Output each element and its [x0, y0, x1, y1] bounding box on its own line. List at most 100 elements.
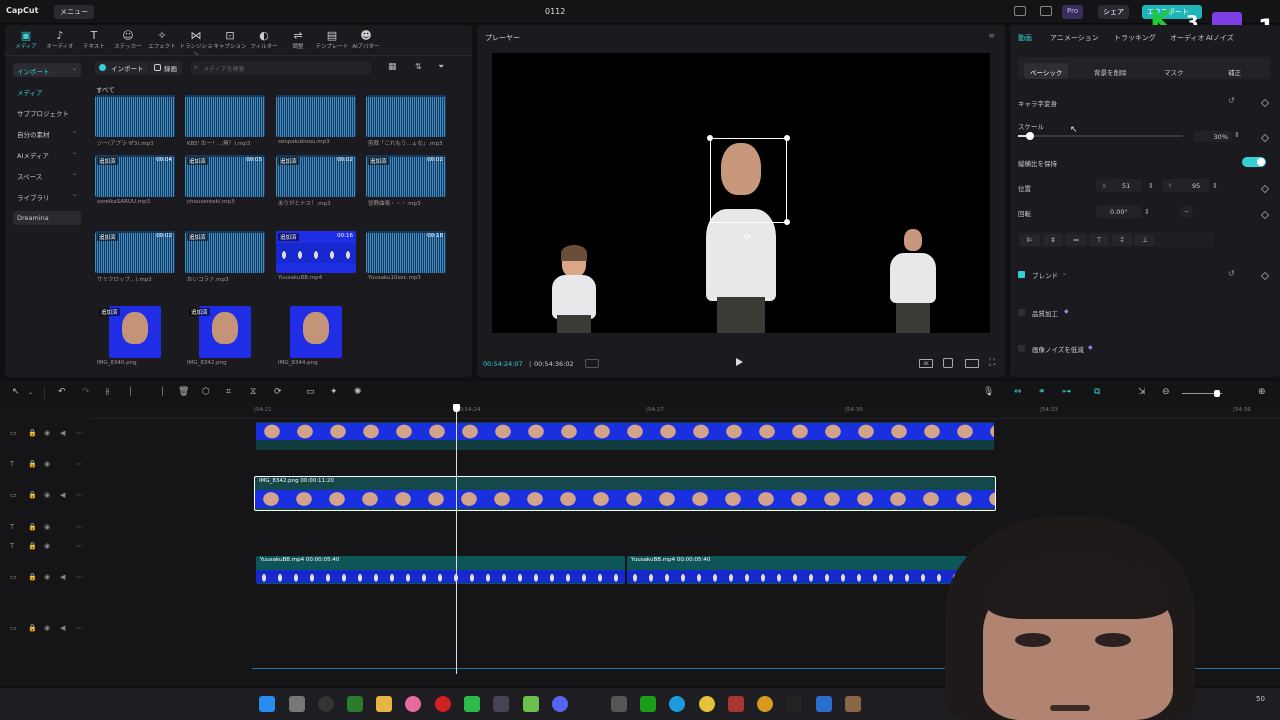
media-tile[interactable]: 剪裁「これもう…ょな」.mp3: [366, 95, 446, 159]
view-toggle-icon[interactable]: ▦: [388, 62, 397, 72]
sidebar-item[interactable]: インポート ⌄: [13, 63, 81, 77]
tool-audio[interactable]: ♪ オーディオ: [41, 29, 79, 50]
clip-video-1[interactable]: YuusakuBB.mp4 00:00:05:40: [256, 556, 625, 584]
selection-box[interactable]: [710, 138, 787, 223]
tool-adjust[interactable]: ⇌ 調整: [279, 29, 317, 50]
align-top-icon[interactable]: ⊤: [1089, 234, 1109, 246]
track-type-icon[interactable]: T: [10, 542, 14, 550]
media-tile[interactable]: 追加済 00:05 chousenteki.mp3: [185, 155, 265, 219]
media-tile[interactable]: 追加済 00:02 ありがとナス！.mp3: [276, 155, 356, 219]
more-icon[interactable]: ⋯: [76, 429, 83, 437]
props-subtab[interactable]: マスク: [1158, 63, 1190, 79]
photo-icon[interactable]: [845, 696, 861, 712]
link-icon[interactable]: ⇔: [1014, 387, 1022, 397]
playhead[interactable]: [456, 404, 457, 674]
clip-video-2[interactable]: YuusakuBB.mp4 00:00:05:40: [627, 556, 967, 584]
marker-icon[interactable]: ⬡: [202, 387, 210, 397]
sidebar-item[interactable]: AIメディア ⌄: [13, 147, 81, 161]
preview-canvas[interactable]: ⟳: [492, 53, 990, 333]
props-tab[interactable]: 動画: [1018, 33, 1032, 43]
rotation-stepper-icon[interactable]: ⇕: [1144, 208, 1150, 216]
rotation-field[interactable]: 0.00°: [1096, 205, 1142, 218]
speaker-icon[interactable]: ◀: [60, 491, 65, 499]
sidebar-item[interactable]: メディア: [13, 84, 81, 98]
magic-icon[interactable]: ✦: [330, 387, 338, 397]
media-tile[interactable]: 追加済 おいコラァ.mp3: [185, 231, 265, 295]
position-x-field[interactable]: X 51: [1096, 179, 1142, 192]
eye-icon[interactable]: ◉: [44, 523, 50, 531]
lock-icon[interactable]: 🔒: [28, 624, 37, 632]
freeze-icon[interactable]: ▭: [306, 387, 315, 397]
playhead-handle[interactable]: [453, 404, 460, 412]
lock-icon[interactable]: 🔒: [28, 573, 37, 581]
redo-icon[interactable]: ↷: [82, 387, 90, 397]
tool-effect[interactable]: ✧ エフェクト: [143, 29, 181, 50]
trim-right-icon[interactable]: ⎹: [154, 387, 163, 397]
sidebar-item[interactable]: 自分の素材 ⌄: [13, 126, 81, 140]
mirror-icon[interactable]: ⧖: [250, 387, 256, 397]
task-view-icon[interactable]: [289, 696, 305, 712]
focus-icon[interactable]: [943, 358, 953, 368]
more-icon[interactable]: ⋯: [76, 573, 83, 581]
capcut-icon[interactable]: [611, 696, 627, 712]
align-center-h-icon[interactable]: ‡: [1043, 234, 1063, 246]
shortcut-icon[interactable]: [1040, 6, 1052, 16]
keyframe-icon[interactable]: [1260, 133, 1270, 143]
reset-icon[interactable]: ↺: [1228, 269, 1235, 278]
keyframe-icon[interactable]: [1260, 98, 1270, 108]
scale-value-field[interactable]: 30%: [1194, 131, 1232, 142]
tool-text[interactable]: T テキスト: [75, 29, 113, 50]
zoom-in-icon[interactable]: ⊕: [1258, 387, 1266, 397]
props-tab[interactable]: アニメーション: [1050, 33, 1099, 43]
keyframe-icon[interactable]: [1260, 210, 1270, 220]
tool-media[interactable]: ▣ メディア: [7, 29, 45, 50]
speaker-icon[interactable]: ◀: [60, 429, 65, 437]
props-subtab[interactable]: ベーシック: [1024, 63, 1069, 79]
eye-icon[interactable]: ◉: [44, 491, 50, 499]
track-type-icon[interactable]: ▭: [10, 573, 17, 581]
discord-icon[interactable]: [552, 696, 568, 712]
props-tab[interactable]: オーディオ: [1170, 33, 1205, 43]
track-type-icon[interactable]: ▭: [10, 429, 17, 437]
keep-ratio-toggle[interactable]: [1242, 157, 1266, 167]
more-icon[interactable]: ⋯: [76, 460, 83, 468]
chevron-down-icon[interactable]: ⌄: [28, 389, 33, 396]
trim-left-icon[interactable]: ⎸: [130, 387, 139, 397]
align-bottom-icon[interactable]: ⊥: [1135, 234, 1155, 246]
record-app-icon[interactable]: [435, 696, 451, 712]
tool-caption[interactable]: ⊡ キャプション: [211, 29, 249, 50]
resize-handle[interactable]: [784, 219, 790, 225]
bitcoin-icon[interactable]: [757, 696, 773, 712]
split-icon[interactable]: ⫲: [106, 387, 109, 397]
lock-icon[interactable]: 🔒: [28, 429, 37, 437]
pos-x-stepper-icon[interactable]: ⇕: [1148, 182, 1154, 190]
blend-checkbox[interactable]: [1018, 271, 1025, 278]
more-icon[interactable]: ⋯: [76, 491, 83, 499]
scale-slider[interactable]: [1018, 132, 1183, 140]
undo-icon[interactable]: ↶: [58, 387, 66, 397]
props-tab[interactable]: AIノイズ: [1206, 33, 1234, 43]
tool-ai-avatar[interactable]: ☻ AIアバター: [347, 29, 385, 50]
sidebar-item[interactable]: サブプロジェクト: [13, 105, 81, 119]
media-tile[interactable]: ジー(アプラ ぜ3).mp3: [95, 95, 175, 159]
media-tile[interactable]: 追加済 IMG_8342.png: [185, 306, 265, 370]
more-icon[interactable]: ⋯: [76, 624, 83, 632]
media-tile[interactable]: IMG_8344.png: [276, 306, 356, 370]
zoom-slider[interactable]: [1182, 390, 1222, 397]
delete-icon[interactable]: 🗑: [178, 387, 189, 397]
resize-handle[interactable]: [707, 135, 713, 141]
align-left-icon[interactable]: ⊫: [1020, 234, 1040, 246]
align-right-icon[interactable]: ⫤: [1066, 234, 1086, 246]
eye-icon[interactable]: ◉: [44, 573, 50, 581]
scale-slider-thumb[interactable]: [1026, 132, 1034, 140]
sidebar-item[interactable]: ライブラリ ⌄: [13, 189, 81, 203]
cpu-icon[interactable]: [728, 696, 744, 712]
fit-icon[interactable]: ⇲: [1138, 387, 1146, 397]
folder-icon[interactable]: [376, 696, 392, 712]
rotate-handle-icon[interactable]: ⟳: [744, 233, 752, 243]
eye-icon[interactable]: ◉: [44, 460, 50, 468]
scale-stepper-icon[interactable]: ⇕: [1234, 131, 1240, 139]
speaker-icon[interactable]: ◀: [60, 624, 65, 632]
more-icon[interactable]: ⋯: [76, 523, 83, 531]
tool-filter[interactable]: ◐ フィルター: [245, 29, 283, 50]
